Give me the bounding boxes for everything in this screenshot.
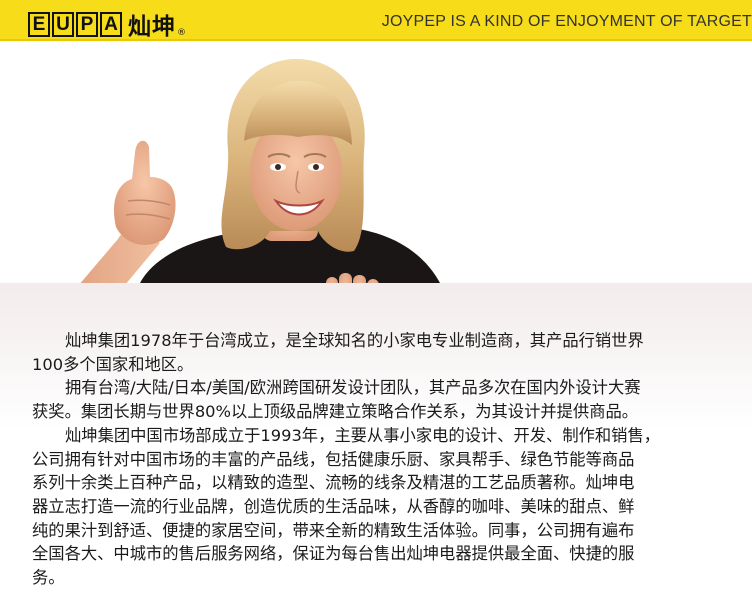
text-line: 灿坤集团中国市场部成立于1993年，主要从事小家电的设计、开发、制作和销售， <box>65 425 661 445</box>
company-description: 灿坤集团1978年于台湾成立，是全球知名的小家电专业制造商，其产品行销世界 10… <box>32 329 746 590</box>
logo-letter-a: A <box>100 11 122 37</box>
text-line: 公司拥有针对中国市场的丰富的产品线，包括健康乐厨、家具帮手、绿色节能等商品 <box>32 449 635 469</box>
text-line: 灿坤集团1978年于台湾成立，是全球知名的小家电专业制造商，其产品行销世界 <box>65 331 644 350</box>
header-bar: E U P A 灿坤 ® JOYPEP IS A KIND OF ENJOYME… <box>0 0 752 41</box>
logo-chinese-name: 灿坤 <box>128 14 176 40</box>
eupa-logo: E U P A 灿坤 ® <box>28 7 186 41</box>
text-line: 系列十余类上百种产品，以精致的造型、流畅的线条及精湛的工艺品质著称。灿坤电 <box>32 473 635 493</box>
header-tagline: JOYPEP IS A KIND OF ENJOYMENT OF TARGET <box>381 13 752 30</box>
text-line: 全国各大、中城市的售后服务网络，保证为每台售出灿坤电器提供最全面、快捷的服 <box>32 544 635 564</box>
registered-mark: ® <box>177 28 186 38</box>
logo-letter-e: E <box>28 11 50 37</box>
text-line: 纯的果汁到舒适、便捷的家居空间，带来全新的精致生活体验。同事，公司拥有遍布 <box>32 520 635 540</box>
text-line: 器立志打造一流的行业品牌，创造优质的生活品味，从香醇的咖啡、美味的甜点、鲜 <box>32 496 635 516</box>
text-line: 拥有台湾/大陆/日本/美国/欧洲跨国研发设计团队，其产品多次在国内外设计大赛 <box>65 378 641 398</box>
text-line: 务。 <box>32 568 65 588</box>
logo-letter-u: U <box>52 11 74 37</box>
text-line: 获奖。集团长期与世界80%以上顶级品牌建立策略合作关系，为其设计并提供商品。 <box>32 402 639 422</box>
logo-letter-p: P <box>76 11 98 37</box>
thumbs-up-hand <box>113 140 176 245</box>
text-line: 100多个国家和地区。 <box>32 354 194 374</box>
